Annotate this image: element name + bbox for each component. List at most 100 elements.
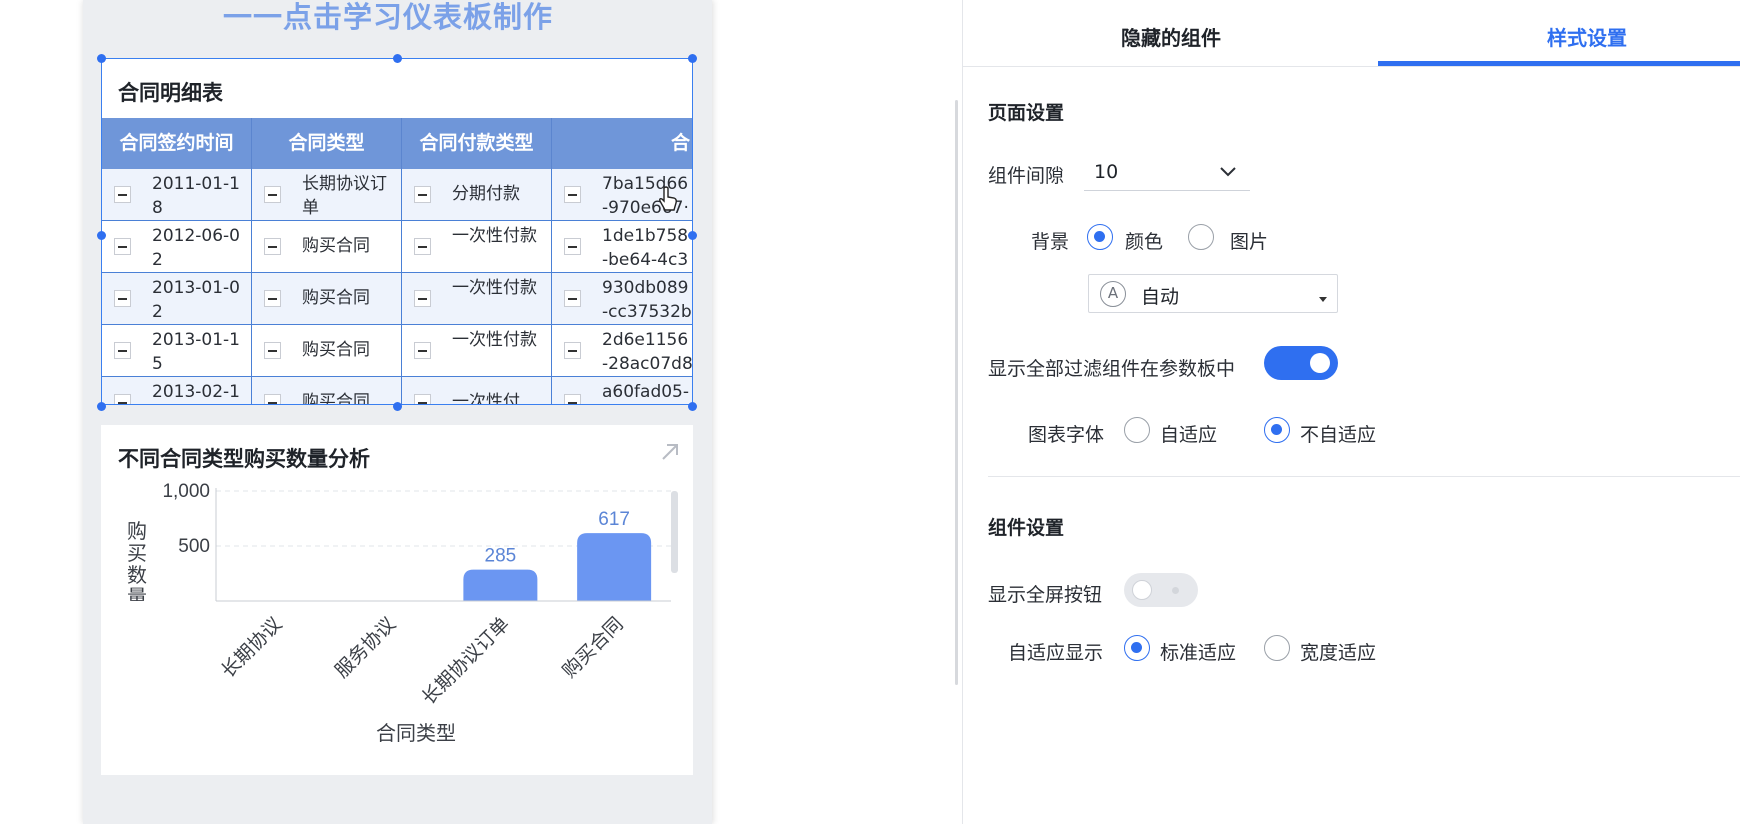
- background-label: 背景: [1031, 231, 1070, 253]
- table-cell: 一次性付款: [402, 221, 552, 273]
- table-cell: 2013-01-02: [102, 273, 252, 325]
- resize-handle[interactable]: [393, 402, 402, 411]
- table-title: 合同明细表: [118, 81, 223, 105]
- collapse-icon[interactable]: [564, 290, 581, 307]
- radio-font-adaptive[interactable]: [1124, 417, 1150, 443]
- table-cell: 930db089-cc37532b0f3: [552, 273, 692, 325]
- resize-handle[interactable]: [688, 231, 697, 240]
- collapse-icon[interactable]: [264, 290, 281, 307]
- table-row[interactable]: 2012-06-02 购买合同 一次性付款 1de1b758-be64-4c33-: [102, 221, 692, 273]
- cell-text: 2013-01-02: [152, 278, 240, 322]
- section-divider: [988, 476, 1740, 477]
- collapse-icon[interactable]: [414, 186, 431, 203]
- active-tab-indicator: [1378, 61, 1740, 66]
- resize-handle[interactable]: [393, 54, 402, 63]
- collapse-icon[interactable]: [114, 290, 131, 307]
- collapse-icon[interactable]: [264, 342, 281, 359]
- adaptive-option-width: 宽度适应: [1300, 642, 1377, 664]
- gap-value: 10: [1094, 161, 1119, 183]
- gap-select[interactable]: 10: [1084, 153, 1250, 191]
- y-axis-title-char: 买: [127, 543, 147, 565]
- resize-handle[interactable]: [97, 402, 106, 411]
- bar-chart: 1,000500长期协议 服务协议285长期协议订单617购买合同合同类型购买数量: [121, 481, 678, 745]
- filter-in-param-toggle[interactable]: [1264, 346, 1338, 380]
- collapse-icon[interactable]: [564, 186, 581, 203]
- radio-font-non-adaptive[interactable]: [1264, 417, 1290, 443]
- header-contract-type[interactable]: 合同类型: [252, 118, 402, 169]
- gap-label: 组件间隙: [988, 165, 1065, 187]
- x-tick-label: 长期协议: [217, 613, 286, 682]
- collapse-icon[interactable]: [114, 394, 131, 404]
- collapse-icon[interactable]: [264, 394, 281, 404]
- contract-table-widget[interactable]: 合同明细表 合同签约时间 合同类型 合同付款类型 合 2011-01-18 长期协…: [101, 58, 693, 405]
- table-cell: 2012-06-02: [102, 221, 252, 273]
- collapse-icon[interactable]: [414, 342, 431, 359]
- table-row[interactable]: 2013-02-1 购买合同 一次性付 a60fad05-4: [102, 377, 692, 404]
- cell-text: 2013-01-15: [152, 330, 240, 374]
- radio-bg-color[interactable]: [1087, 224, 1113, 250]
- cell-text: 购买合同: [302, 236, 370, 256]
- tab-hidden-widgets[interactable]: 隐藏的组件: [1121, 22, 1221, 51]
- collapse-icon[interactable]: [414, 238, 431, 255]
- header-payment-type[interactable]: 合同付款类型: [402, 118, 552, 169]
- radio-standard-fit[interactable]: [1124, 635, 1150, 661]
- collapse-icon[interactable]: [414, 394, 431, 404]
- font-option-adaptive: 自适应: [1160, 424, 1218, 446]
- table-cell: 购买合同: [252, 221, 402, 273]
- resize-handle[interactable]: [688, 54, 697, 63]
- collapse-icon[interactable]: [264, 186, 281, 203]
- resize-handle[interactable]: [97, 231, 106, 240]
- resize-handle[interactable]: [688, 402, 697, 411]
- header-contract-id[interactable]: 合: [552, 118, 692, 169]
- radio-width-fit[interactable]: [1264, 635, 1290, 661]
- y-axis-title-char: 购: [127, 520, 147, 543]
- y-tick-label: 500: [178, 536, 210, 557]
- bar-value-label: 617: [598, 509, 630, 530]
- collapse-icon[interactable]: [564, 394, 581, 404]
- color-value: 自动: [1141, 286, 1180, 308]
- resize-handle[interactable]: [97, 54, 106, 63]
- table-cell: 购买合同: [252, 325, 402, 377]
- table-cell: 长期协议订单: [252, 169, 402, 221]
- collapse-icon[interactable]: [114, 238, 131, 255]
- chart-scrollbar: [671, 491, 678, 573]
- collapse-icon[interactable]: [114, 342, 131, 359]
- font-option-non-adaptive: 不自适应: [1300, 424, 1377, 446]
- cell-text: 2013-02-1: [152, 382, 240, 402]
- canvas-scrollbar[interactable]: [955, 100, 958, 685]
- table-row[interactable]: 2013-01-15 购买合同 一次性付款 2d6e1156-28ac07d8a3c: [102, 325, 692, 377]
- collapse-icon[interactable]: [114, 186, 131, 203]
- tab-style-settings[interactable]: 样式设置: [1547, 22, 1627, 51]
- bar-value-label: 285: [485, 546, 517, 567]
- cell-text: 2011-01-18: [152, 174, 240, 218]
- adaptive-display-label: 自适应显示: [1008, 642, 1104, 664]
- hand-cursor-icon: [658, 186, 678, 212]
- caret-down-icon: [1319, 297, 1327, 302]
- cell-text: 购买合同: [302, 340, 370, 360]
- chevron-down-icon: [1218, 161, 1238, 181]
- cell-text: 7ba15d66-970e667·de: [602, 174, 689, 218]
- table-row[interactable]: 2013-01-02 购买合同 一次性付款 930db089-cc37532b0f3: [102, 273, 692, 325]
- cell-text: 1de1b758-be64-4c33-: [602, 226, 689, 270]
- collapse-icon[interactable]: [264, 238, 281, 255]
- x-tick-label: 服务协议: [331, 613, 400, 682]
- color-select[interactable]: A 自动: [1088, 274, 1338, 313]
- y-tick-label: 1,000: [162, 481, 210, 502]
- cell-text: 长期协议订单: [302, 174, 387, 218]
- header-sign-time[interactable]: 合同签约时间: [102, 118, 252, 169]
- page-settings-title: 页面设置: [988, 102, 1065, 124]
- table-cell: 一次性付: [402, 377, 552, 404]
- table-cell: 购买合同: [252, 273, 402, 325]
- settings-panel: 隐藏的组件 样式设置 页面设置 组件间隙 10 背景 颜色 图片 A 自动 显示…: [962, 0, 1740, 824]
- radio-bg-image[interactable]: [1188, 224, 1214, 250]
- collapse-icon[interactable]: [414, 290, 431, 307]
- table-cell: 一次性付款: [402, 273, 552, 325]
- dashboard-canvas: 一一点击学习仪表板制作 合同明细表 合同签约时间 合同类型 合同付款类型 合 2…: [83, 0, 712, 824]
- bar-chart-widget[interactable]: 不同合同类型购买数量分析 1,000 500 长期协议 服务协议 285 长期协议订单 61…: [101, 425, 693, 775]
- table-row[interactable]: 2011-01-18 长期协议订单 分期付款 7ba15d66-970e667·de: [102, 169, 692, 221]
- collapse-icon[interactable]: [564, 238, 581, 255]
- collapse-icon[interactable]: [564, 342, 581, 359]
- table-cell: 2013-02-1: [102, 377, 252, 404]
- fullscreen-button-label: 显示全屏按钮: [988, 584, 1103, 606]
- fullscreen-button-toggle[interactable]: [1124, 573, 1198, 607]
